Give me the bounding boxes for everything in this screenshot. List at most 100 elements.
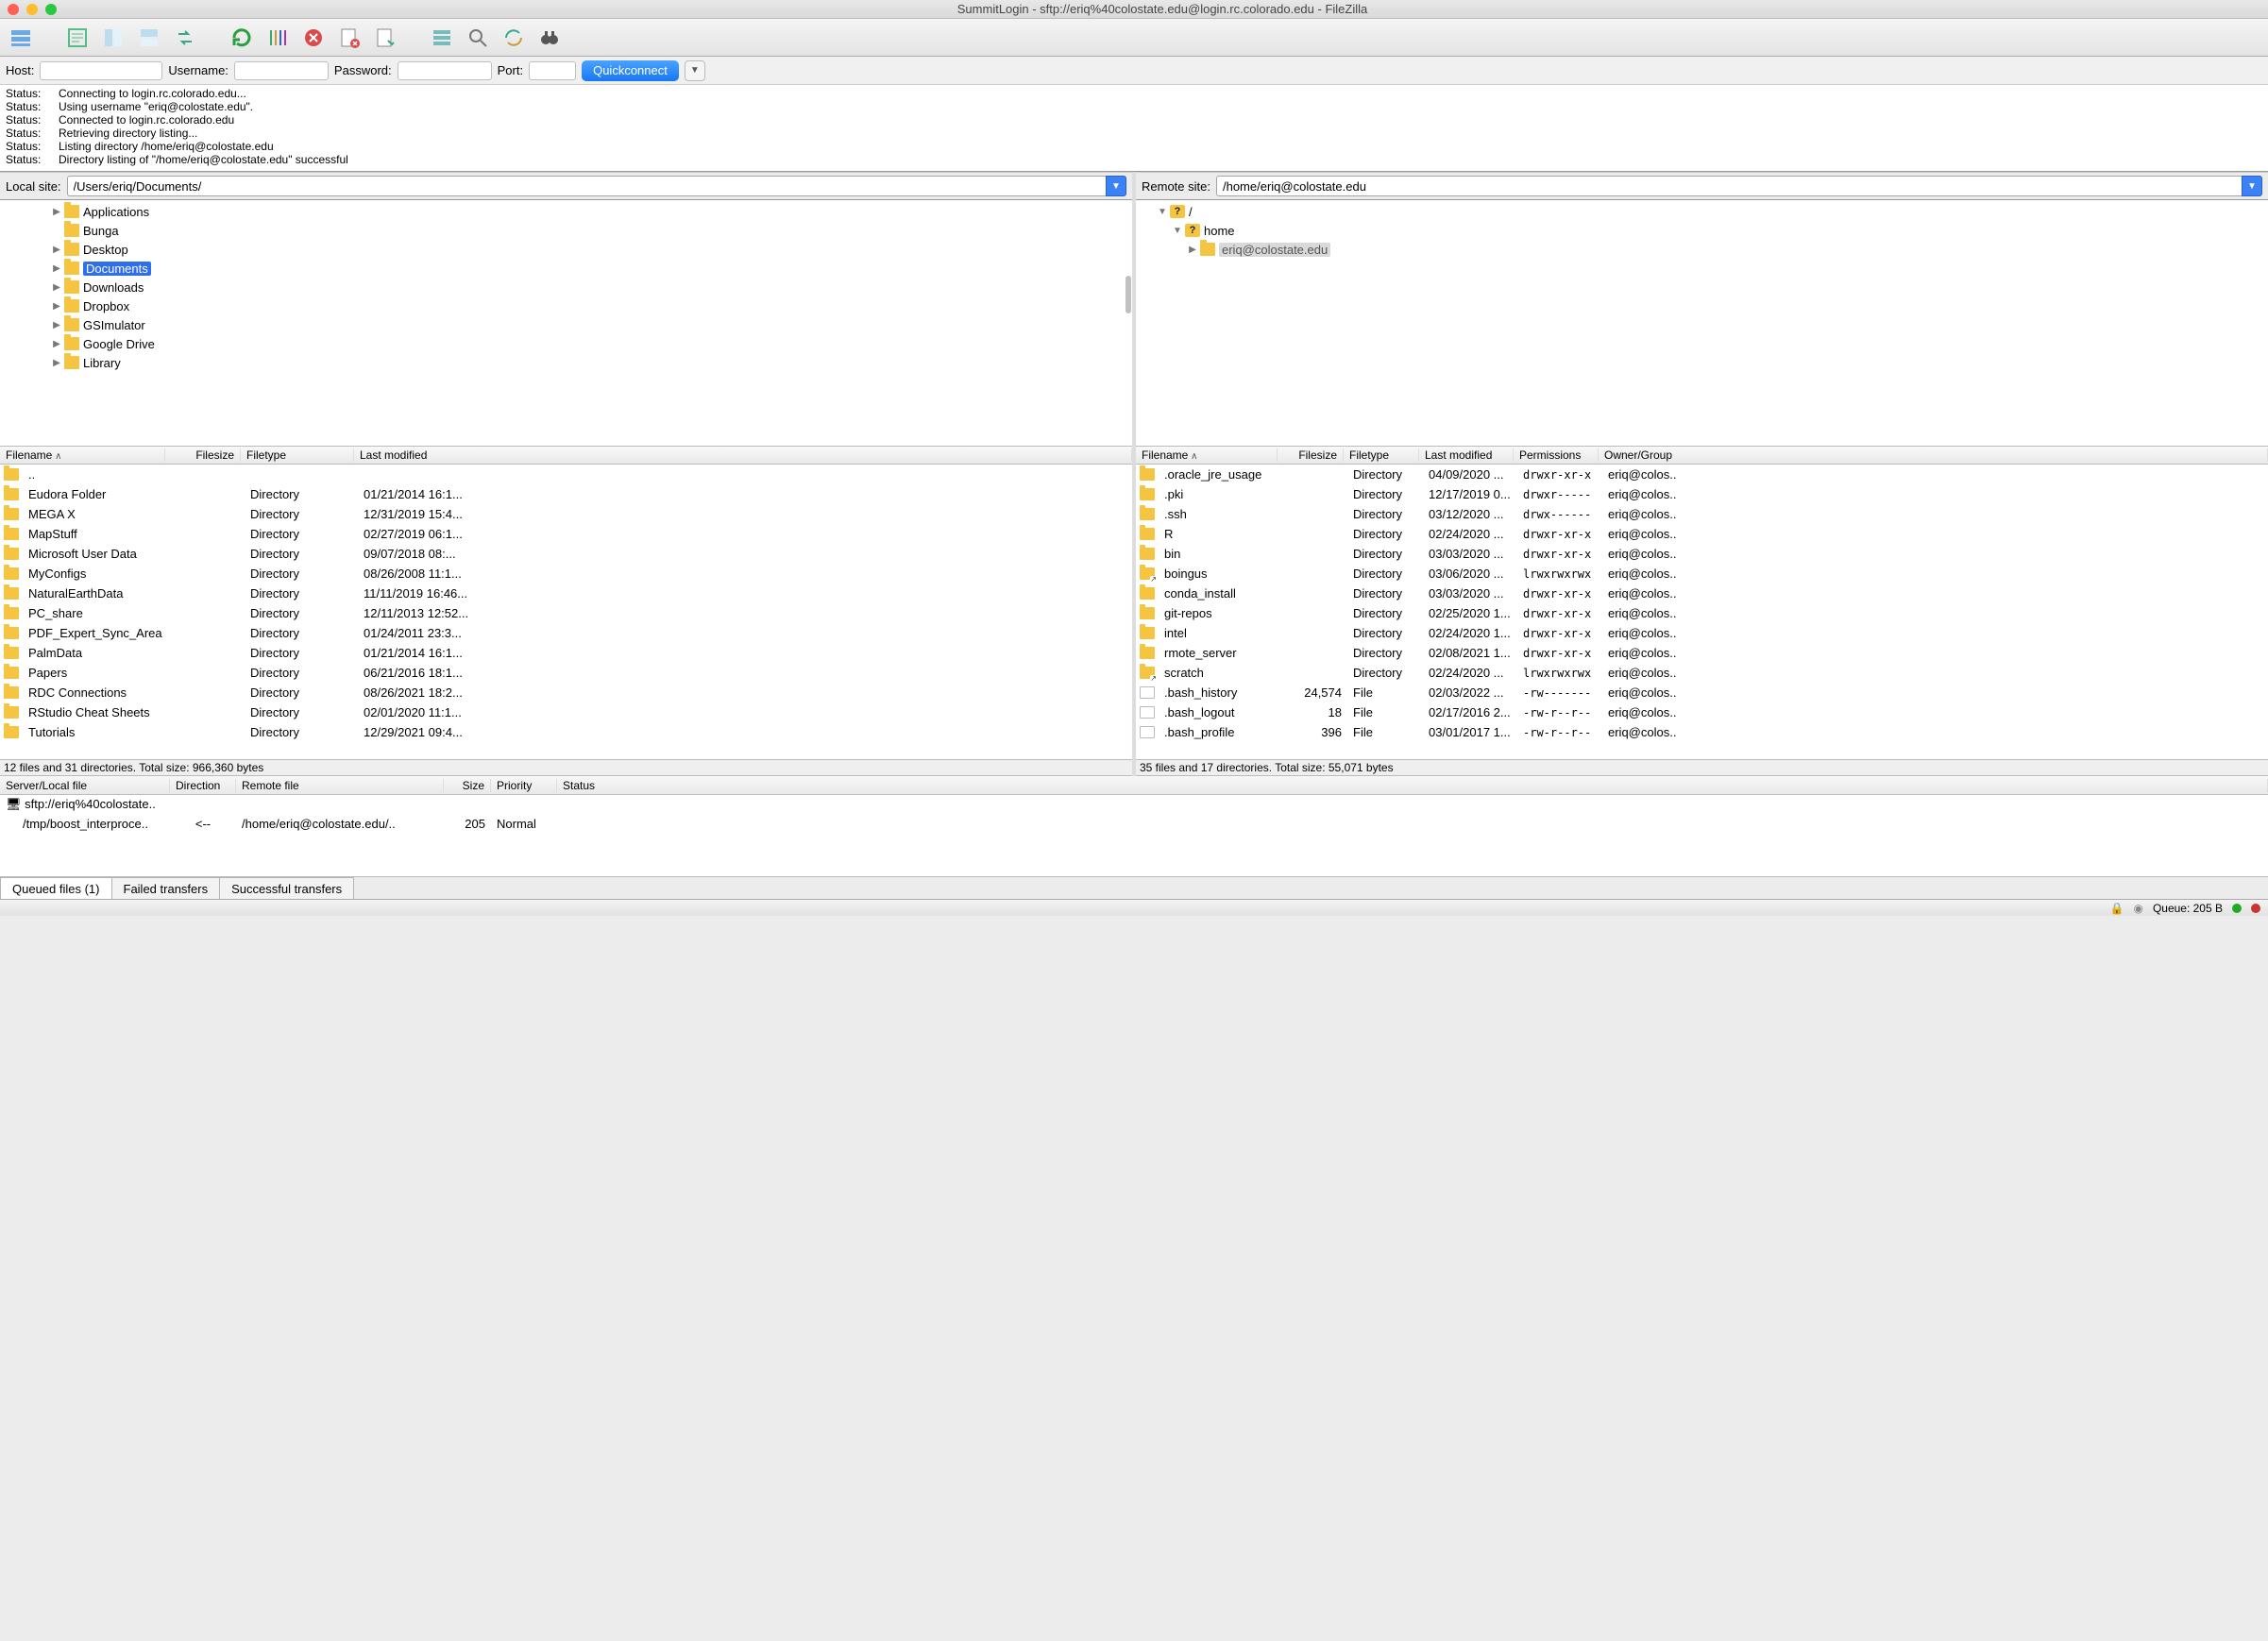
file-row[interactable]: PC_shareDirectory12/11/2013 12:52... xyxy=(0,603,1132,623)
tree-node[interactable]: ▶Library xyxy=(0,353,1132,372)
log-row: Status:Listing directory /home/eriq@colo… xyxy=(6,140,2262,153)
col-server[interactable]: Server/Local file xyxy=(0,779,170,792)
file-row[interactable]: RStudio Cheat SheetsDirectory02/01/2020 … xyxy=(0,702,1132,722)
col-remote[interactable]: Remote file xyxy=(236,779,444,792)
file-row[interactable]: RDC ConnectionsDirectory08/26/2021 18:2.… xyxy=(0,683,1132,702)
remote-path-input[interactable] xyxy=(1216,176,2242,196)
file-row[interactable]: MEGA XDirectory12/31/2019 15:4... xyxy=(0,504,1132,524)
minimize-window-button[interactable] xyxy=(26,4,38,15)
binoculars-button[interactable] xyxy=(534,23,565,53)
host-input[interactable] xyxy=(40,61,162,80)
col-modified[interactable]: Last modified xyxy=(1419,448,1514,462)
search-button[interactable] xyxy=(463,23,493,53)
toggle-remote-tree-button[interactable] xyxy=(134,23,164,53)
file-row[interactable]: MapStuffDirectory02/27/2019 06:1... xyxy=(0,524,1132,544)
port-input[interactable] xyxy=(529,61,576,80)
col-filename[interactable]: Filename xyxy=(0,448,165,462)
reconnect-button[interactable] xyxy=(370,23,400,53)
col-filetype[interactable]: Filetype xyxy=(241,448,354,462)
file-row[interactable]: Eudora FolderDirectory01/21/2014 16:1... xyxy=(0,484,1132,504)
titlebar: SummitLogin - sftp://eriq%40colostate.ed… xyxy=(0,0,2268,19)
queue-item[interactable]: /tmp/boost_interproce..<--/home/eriq@col… xyxy=(0,814,2268,833)
local-file-list[interactable]: ..Eudora FolderDirectory01/21/2014 16:1.… xyxy=(0,465,1132,759)
file-row[interactable]: .. xyxy=(0,465,1132,484)
message-log[interactable]: Status:Connecting to login.rc.colorado.e… xyxy=(0,85,2268,172)
circle-icon: ◉ xyxy=(2133,902,2142,915)
local-path-input[interactable] xyxy=(67,176,1106,196)
file-row[interactable]: rmote_serverDirectory02/08/2021 1...drwx… xyxy=(1136,643,2268,663)
tree-node[interactable]: Bunga xyxy=(0,221,1132,240)
col-direction[interactable]: Direction xyxy=(170,779,236,792)
quickconnect-button[interactable]: Quickconnect xyxy=(582,60,679,81)
col-filename[interactable]: Filename xyxy=(1136,448,1278,462)
tree-node[interactable]: ▶eriq@colostate.edu xyxy=(1136,240,2268,259)
remote-site-label: Remote site: xyxy=(1136,179,1216,194)
col-modified[interactable]: Last modified xyxy=(354,448,1132,462)
file-row[interactable]: .bash_profile396File03/01/2017 1...-rw-r… xyxy=(1136,722,2268,742)
queue-server-row[interactable]: 🖥 sftp://eriq%40colostate.. xyxy=(0,795,2268,814)
site-manager-button[interactable] xyxy=(6,23,36,53)
password-input[interactable] xyxy=(398,61,492,80)
file-row[interactable]: .sshDirectory03/12/2020 ...drwx------eri… xyxy=(1136,504,2268,524)
activity-indicator-2 xyxy=(2251,904,2260,913)
tree-node[interactable]: ▶Desktop xyxy=(0,240,1132,259)
transfer-queue[interactable]: 🖥 sftp://eriq%40colostate../tmp/boost_in… xyxy=(0,795,2268,876)
toggle-local-tree-button[interactable] xyxy=(98,23,128,53)
file-row[interactable]: Microsoft User DataDirectory09/07/2018 0… xyxy=(0,544,1132,564)
file-row[interactable]: RDirectory02/24/2020 ...drwxr-xr-xeriq@c… xyxy=(1136,524,2268,544)
file-row[interactable]: PalmDataDirectory01/21/2014 16:1... xyxy=(0,643,1132,663)
tab-successful[interactable]: Successful transfers xyxy=(219,877,354,899)
file-row[interactable]: NaturalEarthDataDirectory11/11/2019 16:4… xyxy=(0,584,1132,603)
zoom-window-button[interactable] xyxy=(45,4,57,15)
local-path-dropdown[interactable]: ▼ xyxy=(1106,176,1126,196)
file-row[interactable]: TutorialsDirectory12/29/2021 09:4... xyxy=(0,722,1132,742)
file-row[interactable]: PDF_Expert_Sync_AreaDirectory01/24/2011 … xyxy=(0,623,1132,643)
tree-node[interactable]: ▶Google Drive xyxy=(0,334,1132,353)
tree-node[interactable]: ▶Documents xyxy=(0,259,1132,278)
scrollbar-thumb[interactable] xyxy=(1126,276,1131,313)
tab-queued[interactable]: Queued files (1) xyxy=(0,877,112,899)
col-permissions[interactable]: Permissions xyxy=(1514,448,1599,462)
file-row[interactable]: MyConfigsDirectory08/26/2008 11:1... xyxy=(0,564,1132,584)
file-row[interactable]: .bash_logout18File02/17/2016 2...-rw-r--… xyxy=(1136,702,2268,722)
file-row[interactable]: intelDirectory02/24/2020 1...drwxr-xr-xe… xyxy=(1136,623,2268,643)
cancel-button[interactable] xyxy=(298,23,329,53)
compare-button[interactable] xyxy=(499,23,529,53)
remote-path-dropdown[interactable]: ▼ xyxy=(2242,176,2262,196)
close-window-button[interactable] xyxy=(8,4,19,15)
tree-node[interactable]: ▶Downloads xyxy=(0,278,1132,296)
file-row[interactable]: .oracle_jre_usageDirectory04/09/2020 ...… xyxy=(1136,465,2268,484)
tree-node[interactable]: ▶Applications xyxy=(0,202,1132,221)
col-size[interactable]: Size xyxy=(444,779,491,792)
file-row[interactable]: scratchDirectory02/24/2020 ...lrwxrwxrwx… xyxy=(1136,663,2268,683)
file-row[interactable]: PapersDirectory06/21/2016 18:1... xyxy=(0,663,1132,683)
toggle-queue-button[interactable] xyxy=(170,23,200,53)
col-filetype[interactable]: Filetype xyxy=(1344,448,1419,462)
tree-node[interactable]: ▶GSImulator xyxy=(0,315,1132,334)
col-filesize[interactable]: Filesize xyxy=(1278,448,1344,462)
refresh-button[interactable] xyxy=(227,23,257,53)
file-row[interactable]: boingusDirectory03/06/2020 ...lrwxrwxrwx… xyxy=(1136,564,2268,584)
tree-node[interactable]: ▶Dropbox xyxy=(0,296,1132,315)
tree-node[interactable]: ▼?/ xyxy=(1136,202,2268,221)
tree-node[interactable]: ▼?home xyxy=(1136,221,2268,240)
file-row[interactable]: .bash_history24,574File02/03/2022 ...-rw… xyxy=(1136,683,2268,702)
tab-failed[interactable]: Failed transfers xyxy=(111,877,221,899)
col-filesize[interactable]: Filesize xyxy=(165,448,241,462)
quickconnect-history-button[interactable]: ▼ xyxy=(685,60,705,81)
process-queue-button[interactable] xyxy=(262,23,293,53)
local-tree[interactable]: ▶ApplicationsBunga▶Desktop▶Documents▶Dow… xyxy=(0,200,1132,446)
disconnect-button[interactable] xyxy=(334,23,364,53)
file-row[interactable]: conda_installDirectory03/03/2020 ...drwx… xyxy=(1136,584,2268,603)
col-owner[interactable]: Owner/Group xyxy=(1599,448,2268,462)
toggle-log-button[interactable] xyxy=(62,23,93,53)
remote-tree[interactable]: ▼?/▼?home▶eriq@colostate.edu xyxy=(1136,200,2268,446)
filter-button[interactable] xyxy=(427,23,457,53)
remote-file-list[interactable]: .oracle_jre_usageDirectory04/09/2020 ...… xyxy=(1136,465,2268,759)
col-status[interactable]: Status xyxy=(557,779,2268,792)
username-input[interactable] xyxy=(234,61,329,80)
file-row[interactable]: .pkiDirectory12/17/2019 0...drwxr-----er… xyxy=(1136,484,2268,504)
file-row[interactable]: binDirectory03/03/2020 ...drwxr-xr-xeriq… xyxy=(1136,544,2268,564)
file-row[interactable]: git-reposDirectory02/25/2020 1...drwxr-x… xyxy=(1136,603,2268,623)
col-priority[interactable]: Priority xyxy=(491,779,557,792)
